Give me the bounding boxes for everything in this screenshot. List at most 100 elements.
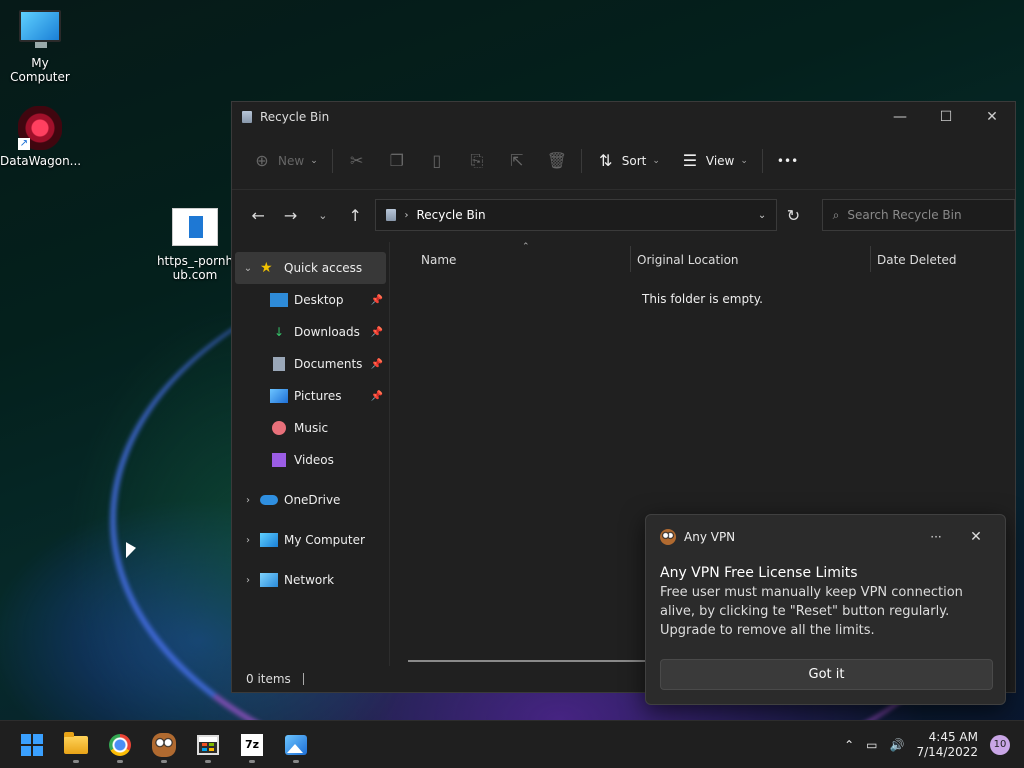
new-label: New: [278, 153, 305, 168]
taskbar-any-vpn[interactable]: [142, 725, 186, 765]
running-indicator: [205, 759, 211, 763]
notification-count-badge[interactable]: 10: [990, 734, 1010, 755]
chrome-icon: [109, 733, 131, 756]
column-header-name[interactable]: Name: [421, 246, 456, 274]
paste-button[interactable]: ▯: [417, 145, 457, 177]
delete-button[interactable]: 🗑: [537, 145, 577, 177]
navigation-bar: ← → ⌄ ↑ › Recycle Bin ⌄ ↻ ⌕: [232, 190, 1015, 240]
cut-button[interactable]: ✂: [337, 145, 377, 177]
computer-icon: [260, 533, 278, 547]
taskbar-photos[interactable]: [274, 725, 318, 765]
chevron-right-icon: ›: [404, 209, 409, 221]
sort-ascending-icon: ⌃: [522, 242, 530, 252]
sidebar-item-desktop[interactable]: Desktop 📌: [232, 284, 389, 316]
desktop-icon-datawagon[interactable]: ↗ DataWagon...: [0, 106, 81, 168]
notification-title: Any VPN Free License Limits: [660, 565, 858, 581]
sidebar-item-label: OneDrive: [284, 493, 341, 507]
sidebar-item-documents[interactable]: Documents 📌: [232, 348, 389, 380]
sidebar-item-pictures[interactable]: Pictures 📌: [232, 380, 389, 412]
address-dropdown-button[interactable]: ⌄: [758, 210, 766, 221]
pin-icon[interactable]: 📌: [371, 295, 383, 306]
clock-time: 4:45 AM: [928, 729, 978, 744]
copy-icon: ❐: [389, 151, 404, 170]
volume-icon[interactable]: 🔊: [890, 738, 905, 752]
minimize-button[interactable]: —: [877, 102, 923, 132]
new-button[interactable]: ⊕ New ⌄: [242, 145, 328, 177]
recent-locations-button[interactable]: ⌄: [307, 209, 339, 222]
show-hidden-icons-button[interactable]: ⌃: [844, 738, 854, 752]
column-divider[interactable]: [630, 246, 631, 272]
chevron-down-icon[interactable]: ⌄: [240, 263, 256, 274]
shortcut-arrow-icon: ↗: [18, 138, 30, 150]
desktop-icon-my-computer[interactable]: My Computer: [0, 10, 80, 84]
desktop-icon-web-shortcut[interactable]: https_-pornh ub.com: [155, 208, 235, 282]
sidebar-item-network[interactable]: › Network: [232, 564, 389, 596]
pin-icon[interactable]: 📌: [371, 391, 383, 402]
rename-icon: ⎘: [470, 150, 484, 170]
copy-button[interactable]: ❐: [377, 145, 417, 177]
column-header-original-location[interactable]: Original Location: [637, 246, 739, 274]
network-status-icon[interactable]: ▭: [866, 738, 877, 752]
store-bag-icon: [197, 734, 219, 755]
running-indicator: [293, 759, 299, 763]
web-shortcut-icon: [172, 208, 218, 246]
maximize-button[interactable]: ☐: [923, 102, 969, 132]
taskbar-microsoft-store[interactable]: [186, 725, 230, 765]
chevron-down-icon: ⌄: [310, 155, 318, 166]
desktop-icon-label: My Computer: [10, 56, 70, 84]
navigation-pane: ⌄ ★ Quick access Desktop 📌 ↓ Downloads 📌…: [232, 242, 390, 666]
owl-app-icon: [660, 529, 676, 545]
chevron-down-icon: ⌄: [652, 155, 660, 166]
start-button[interactable]: [10, 725, 54, 765]
sidebar-item-music[interactable]: Music: [232, 412, 389, 444]
download-arrow-icon: ↓: [273, 325, 285, 339]
sidebar-item-downloads[interactable]: ↓ Downloads 📌: [232, 316, 389, 348]
chevron-right-icon[interactable]: ›: [240, 535, 256, 546]
photos-icon: [285, 734, 307, 755]
back-button[interactable]: ←: [242, 206, 274, 225]
column-headers: ⌃ Name Original Location Date Deleted: [390, 242, 1015, 276]
address-bar[interactable]: › Recycle Bin ⌄: [375, 199, 778, 231]
sidebar-item-label: Documents: [294, 357, 363, 371]
search-icon: ⌕: [832, 207, 840, 222]
sidebar-item-quick-access[interactable]: ⌄ ★ Quick access: [235, 252, 386, 284]
search-input[interactable]: [847, 208, 998, 222]
monitor-icon: [19, 10, 61, 48]
chevron-right-icon[interactable]: ›: [240, 495, 256, 506]
search-box[interactable]: ⌕: [821, 199, 1015, 231]
notification-body: Free user must manually keep VPN connect…: [660, 585, 963, 638]
notification-more-button[interactable]: ···: [921, 530, 951, 544]
sidebar-item-my-computer[interactable]: › My Computer: [232, 524, 389, 556]
pin-icon[interactable]: 📌: [371, 327, 383, 338]
close-button[interactable]: ✕: [969, 102, 1015, 132]
forward-button[interactable]: →: [274, 206, 306, 225]
pin-icon[interactable]: 📌: [371, 359, 383, 370]
taskbar-chrome[interactable]: [98, 725, 142, 765]
rename-button[interactable]: ⎘: [457, 145, 497, 177]
share-icon: ⇱: [510, 151, 524, 170]
view-button[interactable]: ☰ View ⌄: [670, 145, 758, 177]
taskbar-7zip[interactable]: 7z: [230, 725, 274, 765]
refresh-button[interactable]: ↻: [777, 206, 809, 225]
column-divider[interactable]: [870, 246, 871, 272]
view-list-icon: ☰: [682, 151, 698, 170]
sidebar-item-onedrive[interactable]: › OneDrive: [232, 484, 389, 516]
horizontal-scrollbar[interactable]: [408, 660, 648, 662]
sort-button[interactable]: ⇅ Sort ⌄: [586, 145, 670, 177]
more-options-button[interactable]: •••: [767, 145, 808, 177]
sidebar-item-videos[interactable]: Videos: [232, 444, 389, 476]
item-count: 0 items: [246, 672, 291, 686]
taskbar-file-explorer[interactable]: [54, 725, 98, 765]
sidebar-item-label: Videos: [294, 453, 334, 467]
chevron-right-icon[interactable]: ›: [240, 575, 256, 586]
title-bar[interactable]: Recycle Bin — ☐ ✕: [232, 102, 1015, 132]
7zip-icon: 7z: [241, 733, 263, 756]
recycle-bin-icon: [242, 111, 252, 123]
up-button[interactable]: ↑: [339, 206, 371, 225]
desktop-folder-icon: [270, 293, 288, 307]
clock[interactable]: 4:45 AM 7/14/2022: [916, 730, 978, 760]
column-header-date-deleted[interactable]: Date Deleted: [877, 246, 957, 274]
share-button[interactable]: ⇱: [497, 145, 537, 177]
got-it-button[interactable]: Got it: [660, 659, 993, 690]
notification-close-button[interactable]: ✕: [961, 529, 991, 545]
